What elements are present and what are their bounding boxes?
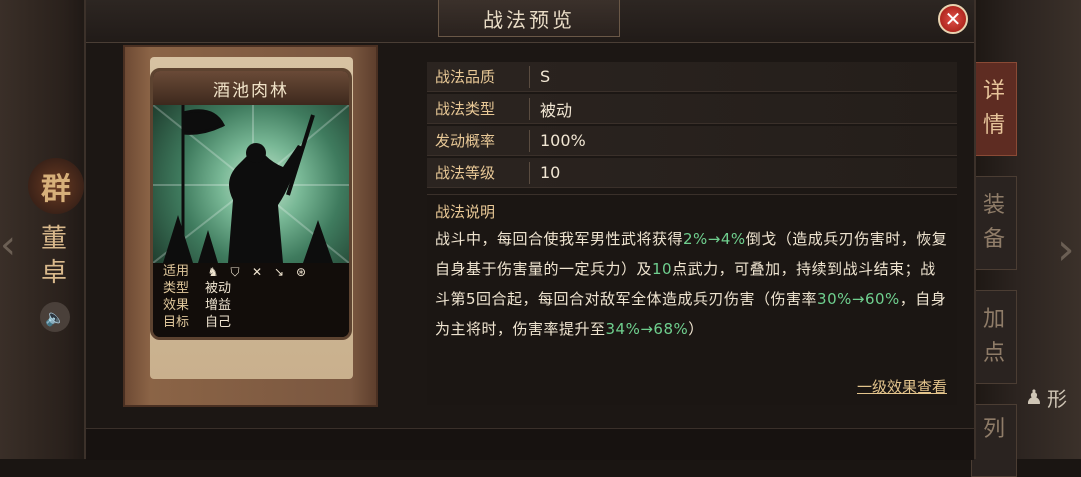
stat-label: 发动概率: [435, 132, 496, 150]
tab-label: 详情: [983, 79, 1006, 138]
target-label: 目标: [162, 315, 189, 330]
stat-value: S: [540, 67, 551, 86]
effect-value: 增益: [205, 298, 232, 313]
cavalry-icon: ♞: [207, 264, 219, 279]
tab-details[interactable]: 详情: [971, 62, 1017, 156]
description-highlight: 30%→60%: [817, 290, 900, 308]
effect-label: 效果: [162, 298, 189, 313]
next-arrow-icon[interactable]: ›: [1057, 220, 1081, 280]
stats-panel: 战法品质 S 战法类型 被动 发动概率 100% 战法等级 10: [427, 62, 957, 190]
description-title: 战法说明: [435, 203, 496, 221]
tactic-art: [153, 104, 349, 264]
formation-hint[interactable]: ♟ 形: [1025, 382, 1081, 412]
person-icon: ♟: [1025, 385, 1043, 409]
divider: [529, 129, 530, 152]
title-plate: 战法预览: [438, 0, 620, 37]
stat-label: 战法类型: [435, 100, 496, 118]
stat-row-type: 战法类型 被动: [427, 94, 957, 124]
tactic-preview-dialog: 战法预览 ✕ 酒池肉林 适用 ♞ ⛉ ✕ ↘ ⊛ 类型 被动 效果 增益 目标 …: [84, 0, 976, 460]
formation-label: 形: [1046, 386, 1067, 411]
dialog-title: 战法预览: [483, 7, 575, 32]
type-row: 类型 被动: [153, 280, 349, 297]
tab-list[interactable]: 列: [971, 404, 1017, 477]
target-value: 自己: [205, 315, 232, 330]
description-text: 战斗中，每回合使我军男性武将获得2%→4%倒戈（造成兵刃伤害时，恢复自身基于伤害…: [435, 224, 949, 344]
tab-label: 装备: [983, 193, 1006, 252]
warrior-silhouette-icon: [153, 104, 349, 264]
tab-label: 加点: [983, 307, 1006, 366]
bottom-strip: [86, 428, 974, 460]
spear-icon: ↘: [273, 264, 285, 279]
description-highlight: 10: [652, 260, 673, 278]
effect-row: 效果 增益: [153, 297, 349, 314]
ship-icon: ⊛: [295, 264, 307, 279]
shield-icon: ⛉: [230, 264, 240, 279]
stat-value: 100%: [540, 131, 586, 150]
arms-row: 适用 ♞ ⛉ ✕ ↘ ⊛: [153, 263, 349, 280]
divider: [529, 161, 530, 184]
stat-row-quality: 战法品质 S: [427, 62, 957, 92]
description-part: ）: [688, 320, 704, 338]
stat-row-probability: 发动概率 100%: [427, 126, 957, 156]
description-highlight: 2%→4%: [683, 230, 746, 248]
tactic-card: 酒池肉林 适用 ♞ ⛉ ✕ ↘ ⊛ 类型 被动 效果 增益 目标 自己: [150, 68, 352, 340]
description-box: 战法说明 战斗中，每回合使我军男性武将获得2%→4%倒戈（造成兵刃伤害时，恢复自…: [427, 194, 957, 405]
stat-label: 战法等级: [435, 164, 496, 182]
level-one-effect-link[interactable]: 一级效果查看: [857, 376, 947, 397]
stat-value: 10: [540, 163, 561, 182]
previous-arrow-icon[interactable]: ‹: [0, 215, 16, 275]
description-part: 战斗中，每回合使我军男性武将获得: [435, 230, 684, 248]
faction-badge: 群: [28, 158, 84, 214]
type-value: 被动: [205, 281, 232, 296]
stat-value: 被动: [540, 100, 573, 120]
tactic-name: 酒池肉林: [213, 80, 289, 101]
card-info: 适用 ♞ ⛉ ✕ ↘ ⊛ 类型 被动 效果 增益 目标 自己: [153, 263, 349, 337]
stat-row-level: 战法等级 10: [427, 158, 957, 188]
card-name-bar: 酒池肉林: [153, 71, 349, 105]
target-row: 目标 自己: [153, 314, 349, 331]
faction-label: 群: [41, 172, 71, 207]
hero-name: 董卓: [40, 224, 67, 288]
tab-points[interactable]: 加点: [971, 290, 1017, 384]
speaker-icon[interactable]: 🔈: [40, 302, 70, 332]
bow-icon: ✕: [251, 264, 263, 279]
divider: [529, 97, 530, 120]
tab-label: 列: [983, 417, 1006, 442]
type-label: 类型: [162, 281, 189, 296]
arms-label: 适用: [162, 264, 189, 279]
close-icon[interactable]: ✕: [938, 4, 968, 34]
tab-equipment[interactable]: 装备: [971, 176, 1017, 270]
stat-label: 战法品质: [435, 68, 496, 86]
description-highlight: 34%→68%: [605, 320, 689, 338]
divider: [529, 65, 530, 88]
